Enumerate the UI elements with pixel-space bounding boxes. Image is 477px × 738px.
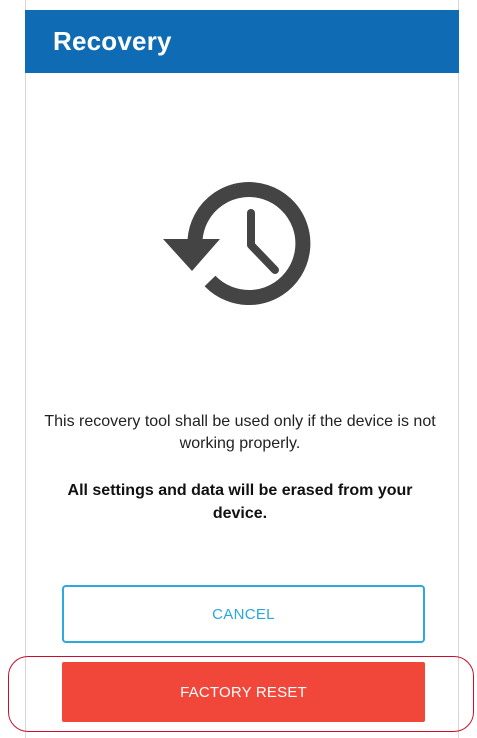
app-header: Recovery (25, 10, 459, 73)
clock-hands (247, 209, 279, 274)
page-title: Recovery (53, 26, 172, 56)
cancel-button-label: CANCEL (212, 605, 275, 623)
factory-reset-button-label: FACTORY RESET (180, 683, 307, 701)
history-arrow (163, 239, 220, 271)
recovery-description: This recovery tool shall be used only if… (44, 413, 436, 452)
factory-reset-button[interactable]: FACTORY RESET (62, 662, 425, 722)
data-erase-warning: All settings and data will be erased fro… (67, 482, 413, 522)
restore-history-icon (163, 182, 311, 305)
recovery-screen: Recovery This recovery tool shall be use… (0, 0, 477, 738)
cancel-button[interactable]: CANCEL (62, 585, 425, 643)
